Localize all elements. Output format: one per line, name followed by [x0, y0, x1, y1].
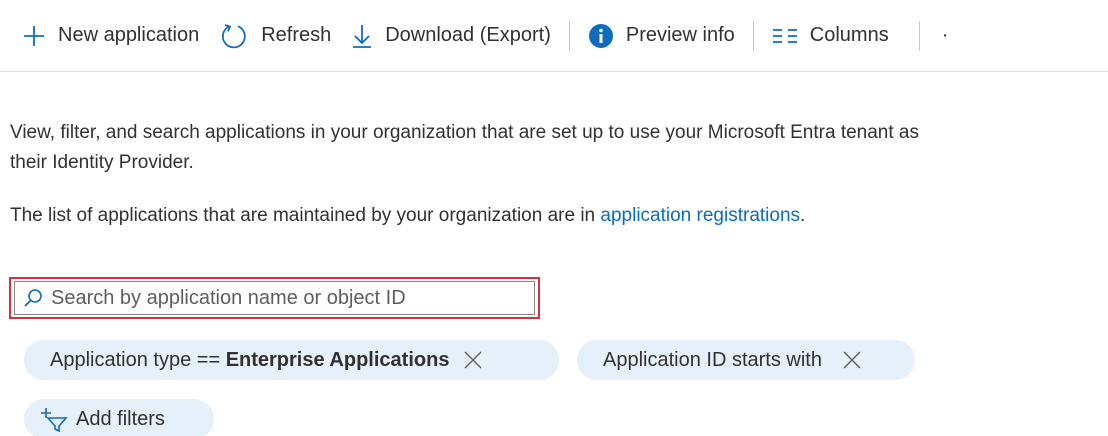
- enterprise-apps-page: New application Refresh Download (Export…: [0, 0, 1108, 436]
- toolbar-separator: [568, 20, 570, 51]
- columns-icon: [772, 28, 798, 44]
- filter-pill-label: Application type ==: [50, 348, 226, 371]
- download-export-button[interactable]: Download (Export): [341, 16, 561, 56]
- filter-pill-application-type[interactable]: Application type == Enterprise Applicati…: [24, 340, 559, 380]
- close-icon[interactable]: [463, 350, 483, 370]
- search-icon: [23, 288, 43, 308]
- description-line-1: View, filter, and search applications in…: [10, 122, 919, 143]
- filter-pill-value: Enterprise Applications: [225, 348, 450, 371]
- registrations-paragraph: The list of applications that are mainta…: [10, 201, 805, 231]
- new-application-label: New application: [58, 24, 200, 46]
- registrations-text: The list of applications that are mainta…: [10, 205, 601, 226]
- registrations-period: .: [800, 205, 806, 226]
- description-line-2: their Identity Provider.: [10, 152, 194, 173]
- filter-pill-application-id[interactable]: Application ID starts with: [577, 340, 915, 380]
- columns-button[interactable]: Columns: [762, 16, 899, 56]
- toolbar-separator: [752, 20, 754, 51]
- close-icon[interactable]: [842, 350, 862, 370]
- more-options-button[interactable]: ·: [928, 16, 959, 56]
- add-filters-button[interactable]: Add filters: [24, 399, 214, 436]
- command-bar: New application Refresh Download (Export…: [0, 0, 1108, 72]
- add-filter-icon: [40, 406, 68, 432]
- search-input[interactable]: [51, 286, 521, 310]
- refresh-label: Refresh: [261, 24, 332, 46]
- refresh-button[interactable]: Refresh: [209, 16, 341, 56]
- more-icon: ·: [941, 24, 949, 46]
- plus-icon: [22, 24, 46, 48]
- application-registrations-link[interactable]: application registrations: [600, 205, 800, 226]
- preview-info-label: Preview info: [625, 24, 735, 46]
- toolbar-separator: [918, 20, 920, 51]
- preview-info-button[interactable]: Preview info: [578, 16, 745, 56]
- info-icon: [588, 23, 614, 49]
- filter-pill-label: Application ID starts with: [603, 348, 822, 371]
- columns-label: Columns: [809, 24, 889, 46]
- search-box[interactable]: [14, 281, 535, 315]
- refresh-icon: [219, 21, 249, 51]
- add-filters-label: Add filters: [76, 407, 165, 430]
- download-label: Download (Export): [385, 24, 551, 46]
- new-application-button[interactable]: New application: [12, 16, 209, 56]
- description-paragraph: View, filter, and search applications in…: [10, 118, 1108, 178]
- download-icon: [351, 23, 373, 49]
